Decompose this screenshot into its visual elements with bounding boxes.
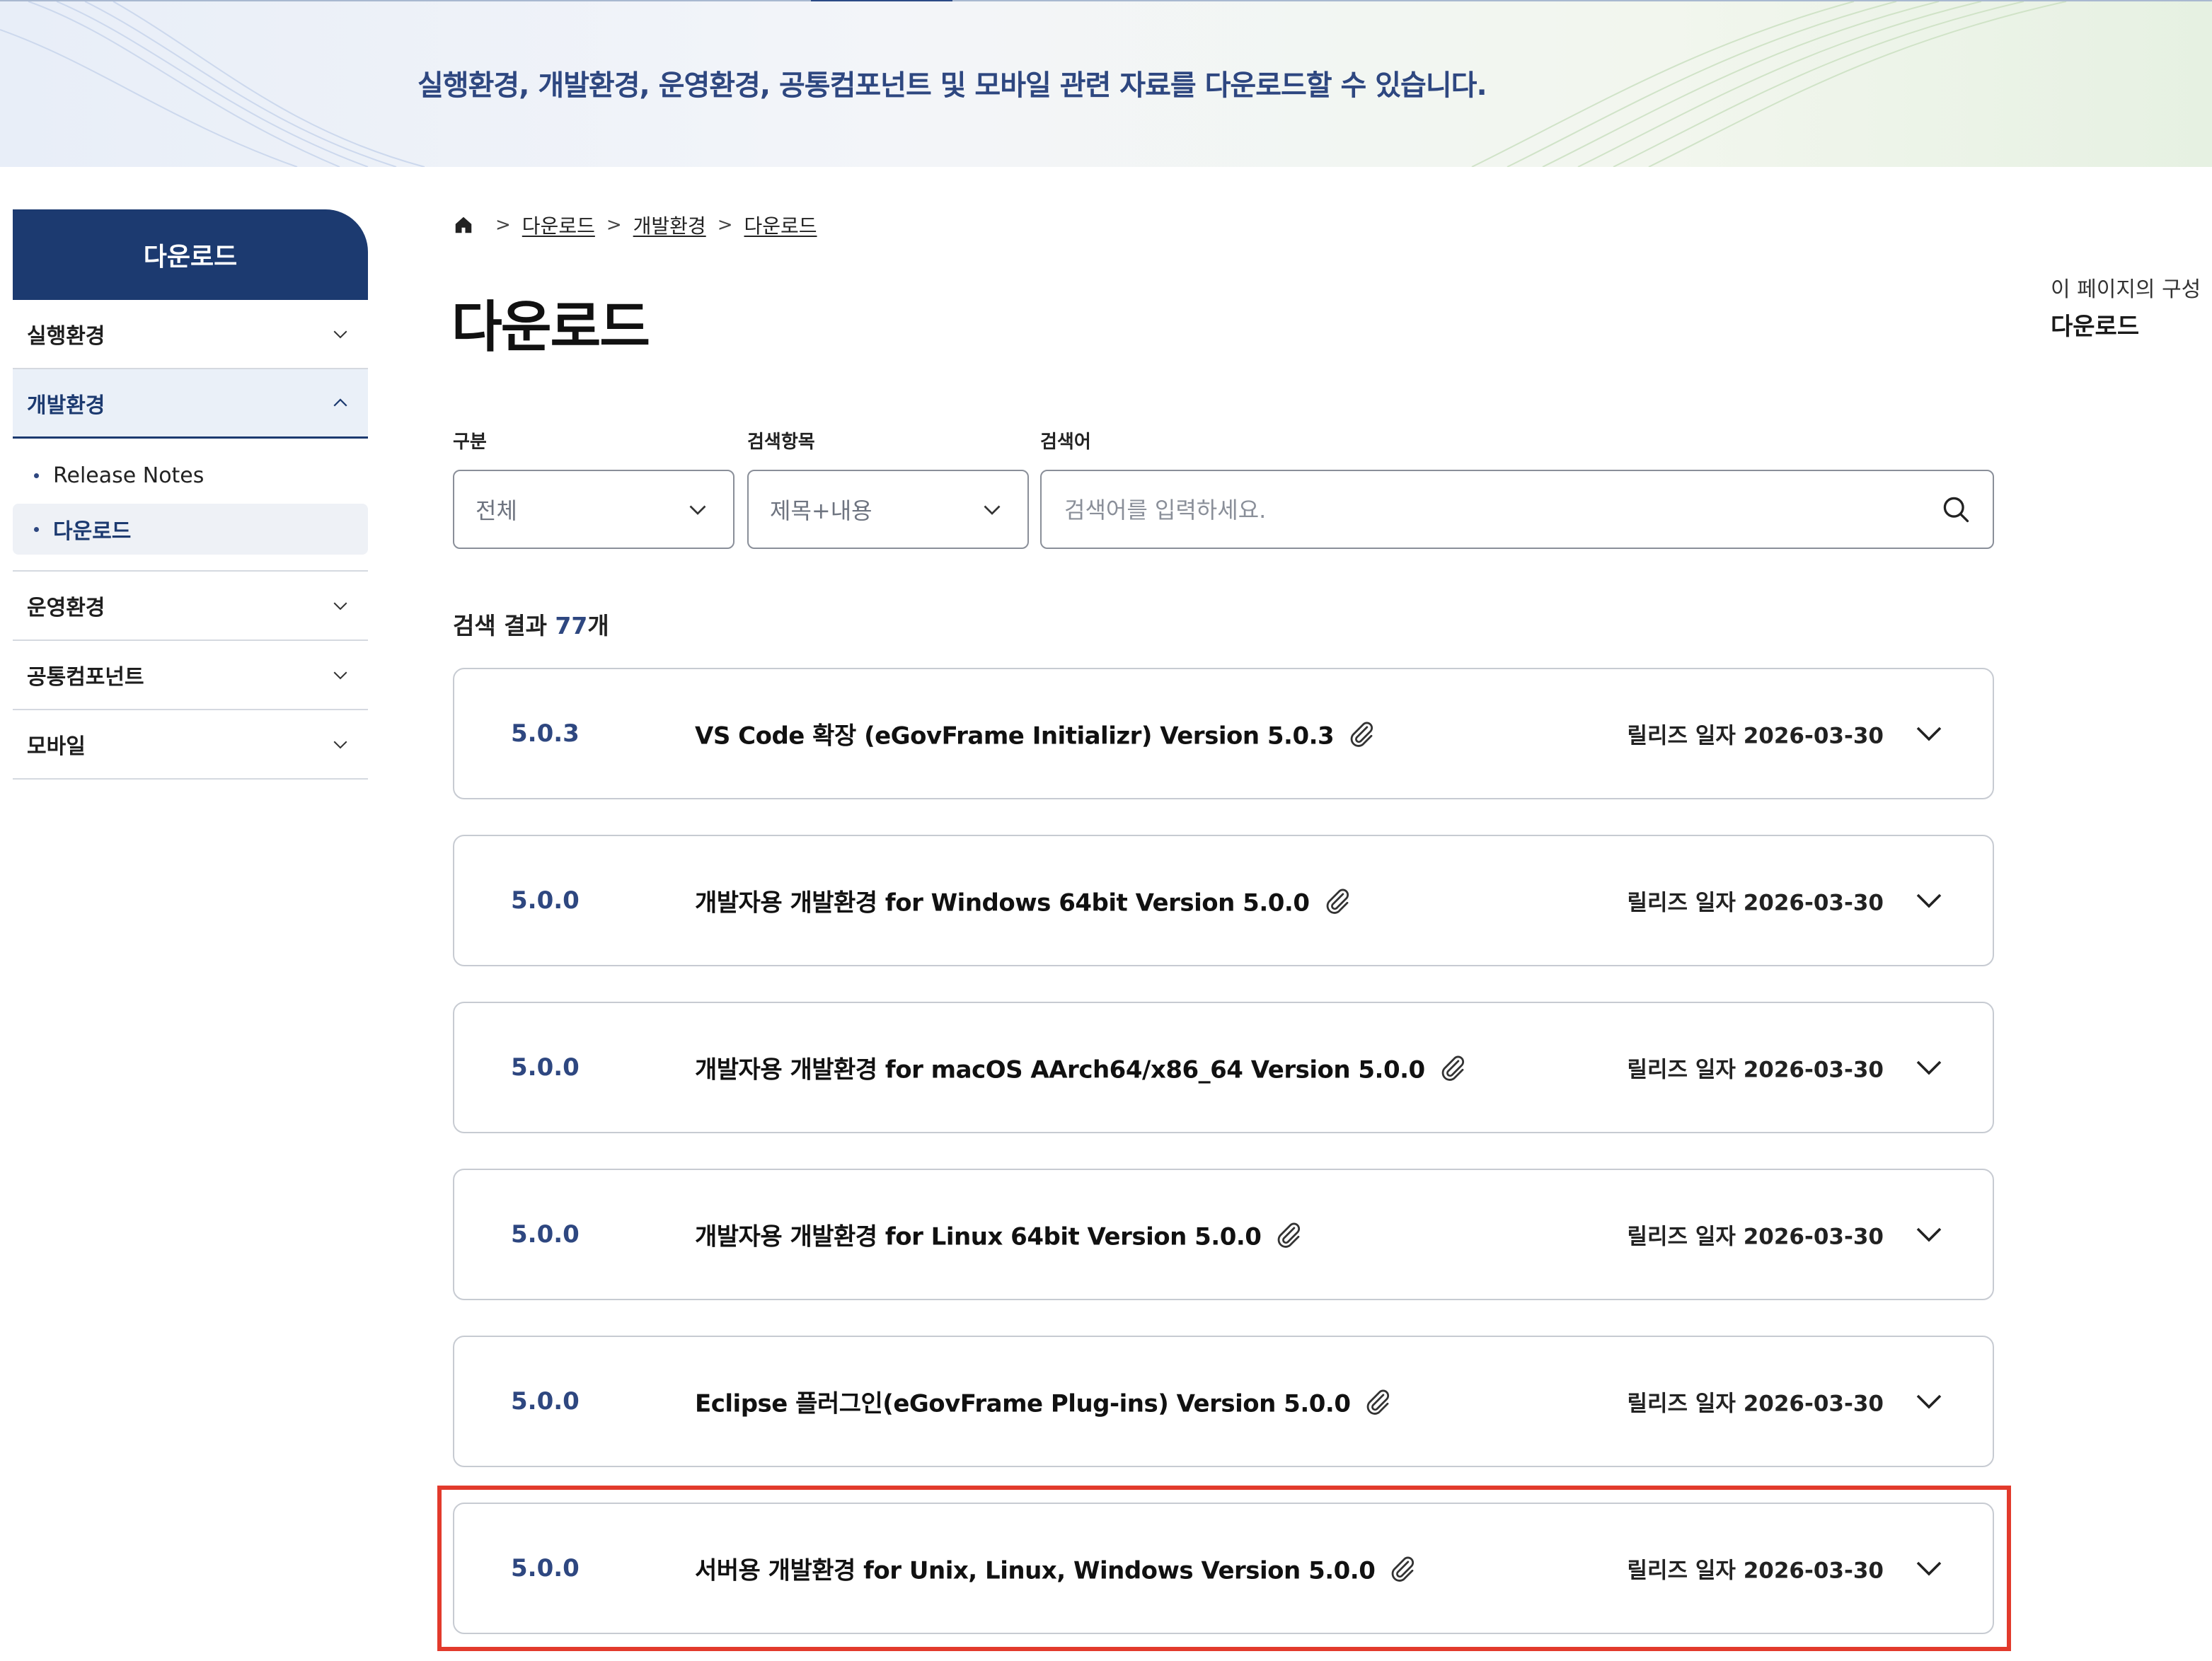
breadcrumb-separator-icon: > xyxy=(606,214,622,236)
result-count-number: 77 xyxy=(555,612,588,639)
item-title: 개발자용 개발환경 for Linux 64bit Version 5.0.0 xyxy=(695,1217,1303,1252)
item-release-date: 릴리즈 일자 2026-03-30 xyxy=(1628,1052,1884,1084)
download-item[interactable]: 5.0.0 개발자용 개발환경 for Windows 64bit Versio… xyxy=(453,835,1994,966)
sidebar-submenu: Release Notes 다운로드 xyxy=(13,439,368,572)
release-date-value: 2026-03-30 xyxy=(1743,1057,1884,1083)
breadcrumb-separator-icon: > xyxy=(495,214,511,236)
keyword-label: 검색어 xyxy=(1040,432,1091,453)
chevron-down-icon[interactable] xyxy=(1912,1384,1946,1418)
category-select-value: 전체 xyxy=(476,497,517,524)
category-select[interactable]: 전체 xyxy=(453,470,735,549)
sidebar-subitem-download[interactable]: 다운로드 xyxy=(13,504,368,555)
field-select[interactable]: 제목+내용 xyxy=(747,470,1029,549)
item-title-text: VS Code 확장 (eGovFrame Initializr) Versio… xyxy=(695,722,1335,751)
download-item[interactable]: 5.0.0 개발자용 개발환경 for Linux 64bit Version … xyxy=(453,1169,1994,1300)
item-release-date: 릴리즈 일자 2026-03-30 xyxy=(1628,885,1884,917)
sidebar-item-dev-env[interactable]: 개발환경 xyxy=(13,369,368,439)
result-count-suffix: 개 xyxy=(587,612,609,639)
sidebar-item-label: 운영환경 xyxy=(27,596,105,620)
search-icon[interactable] xyxy=(1940,494,1971,525)
sidebar-item-mobile[interactable]: 모바일 xyxy=(13,710,368,780)
side-navigation: 다운로드 실행환경 개발환경 Release Notes 다운로드 운영환경 공… xyxy=(13,209,368,780)
release-date-value: 2026-03-30 xyxy=(1743,1224,1884,1250)
release-date-label: 릴리즈 일자 xyxy=(1627,1391,1736,1417)
item-release-date: 릴리즈 일자 2026-03-30 xyxy=(1628,1219,1884,1251)
chevron-down-icon xyxy=(333,330,347,339)
breadcrumb-link[interactable]: 개발환경 xyxy=(633,211,706,239)
sidebar-subitem-release-notes[interactable]: Release Notes xyxy=(13,450,368,501)
sidebar-item-label: 모바일 xyxy=(27,734,86,759)
item-version: 5.0.0 xyxy=(511,886,580,915)
breadcrumb-separator-icon: > xyxy=(717,214,733,236)
search-box xyxy=(1040,470,1994,549)
bullet-icon xyxy=(34,526,39,532)
paperclip-icon xyxy=(1278,1222,1301,1248)
result-count: 검색 결과 77개 xyxy=(453,607,609,641)
toc-link-download[interactable]: 다운로드 xyxy=(2051,307,2139,342)
paperclip-icon xyxy=(1367,1389,1390,1415)
item-title-text: 개발자용 개발환경 for Linux 64bit Version 5.0.0 xyxy=(695,1222,1262,1251)
sidebar-title: 다운로드 xyxy=(13,209,368,300)
item-version: 5.0.0 xyxy=(511,1387,580,1416)
item-title: VS Code 확장 (eGovFrame Initializr) Versio… xyxy=(695,717,1376,751)
breadcrumb-link[interactable]: 다운로드 xyxy=(522,211,595,239)
sidebar-item-operation[interactable]: 운영환경 xyxy=(13,572,368,641)
item-title: 개발자용 개발환경 for Windows 64bit Version 5.0.… xyxy=(695,884,1352,918)
chevron-down-icon xyxy=(984,505,1001,515)
chevron-down-icon xyxy=(333,741,347,749)
download-item[interactable]: 5.0.3 VS Code 확장 (eGovFrame Initializr) … xyxy=(453,668,1994,799)
field-select-value: 제목+내용 xyxy=(770,497,872,524)
sidebar-item-common-components[interactable]: 공통컴포넌트 xyxy=(13,641,368,710)
chevron-down-icon[interactable] xyxy=(1912,884,1946,918)
result-count-prefix: 검색 결과 xyxy=(453,612,555,639)
chevron-down-icon[interactable] xyxy=(1912,717,1946,751)
item-title: 개발자용 개발환경 for macOS AArch64/x86_64 Versi… xyxy=(695,1051,1468,1085)
sidebar-item-label: 공통컴포넌트 xyxy=(27,665,144,690)
chevron-down-icon[interactable] xyxy=(1912,1217,1946,1251)
item-release-date: 릴리즈 일자 2026-03-30 xyxy=(1628,1386,1884,1418)
chevron-down-icon xyxy=(689,505,706,515)
item-title-text: 개발자용 개발환경 for macOS AArch64/x86_64 Versi… xyxy=(695,1055,1425,1084)
item-version: 5.0.0 xyxy=(511,1220,580,1249)
item-title-text: Eclipse 플러그인(eGovFrame Plug-ins) Version… xyxy=(695,1389,1351,1418)
sidebar-subitem-label: 다운로드 xyxy=(53,519,132,544)
toc-title: 이 페이지의 구성 xyxy=(2051,277,2201,302)
sidebar-item-label: 실행환경 xyxy=(27,324,105,349)
page-banner: 실행환경, 개발환경, 운영환경, 공통컴포넌트 및 모바일 관련 자료를 다운… xyxy=(0,1,2212,167)
page-title: 다운로드 xyxy=(451,296,650,359)
highlight-annotation-box xyxy=(437,1486,2011,1651)
release-date-value: 2026-03-30 xyxy=(1743,723,1884,749)
search-input[interactable] xyxy=(1063,487,1915,533)
download-item[interactable]: 5.0.0 Eclipse 플러그인(eGovFrame Plug-ins) V… xyxy=(453,1336,1994,1467)
category-filter-label: 구분 xyxy=(453,432,487,453)
chevron-down-icon[interactable] xyxy=(1912,1051,1946,1084)
release-date-label: 릴리즈 일자 xyxy=(1627,890,1736,916)
item-title-text: 개발자용 개발환경 for Windows 64bit Version 5.0.… xyxy=(695,889,1310,918)
paperclip-icon xyxy=(1326,889,1349,914)
paperclip-icon xyxy=(1350,722,1373,747)
chevron-down-icon xyxy=(333,602,347,610)
release-date-value: 2026-03-30 xyxy=(1743,1391,1884,1417)
download-item[interactable]: 5.0.0 개발자용 개발환경 for macOS AArch64/x86_64… xyxy=(453,1002,1994,1133)
breadcrumb: > 다운로드 > 개발환경 > 다운로드 xyxy=(453,209,817,241)
sidebar-item-label: 개발환경 xyxy=(27,393,105,418)
item-version: 5.0.0 xyxy=(511,1053,580,1082)
chevron-up-icon xyxy=(333,398,347,407)
release-date-label: 릴리즈 일자 xyxy=(1627,723,1736,749)
bullet-icon xyxy=(34,473,39,478)
item-version: 5.0.3 xyxy=(511,719,580,748)
release-date-label: 릴리즈 일자 xyxy=(1627,1057,1736,1083)
chevron-down-icon xyxy=(333,671,347,680)
breadcrumb-link[interactable]: 다운로드 xyxy=(744,211,817,239)
release-date-value: 2026-03-30 xyxy=(1743,890,1884,916)
paperclip-icon xyxy=(1441,1055,1464,1081)
banner-description: 실행환경, 개발환경, 운영환경, 공통컴포넌트 및 모바일 관련 자료를 다운… xyxy=(417,69,1487,102)
field-filter-label: 검색항목 xyxy=(747,432,815,453)
sidebar-item-runtime[interactable]: 실행환경 xyxy=(13,300,368,369)
item-release-date: 릴리즈 일자 2026-03-30 xyxy=(1628,718,1884,750)
sidebar-subitem-label: Release Notes xyxy=(53,463,205,488)
release-date-label: 릴리즈 일자 xyxy=(1627,1224,1736,1250)
home-icon[interactable] xyxy=(453,214,474,236)
item-title: Eclipse 플러그인(eGovFrame Plug-ins) Version… xyxy=(695,1384,1393,1419)
